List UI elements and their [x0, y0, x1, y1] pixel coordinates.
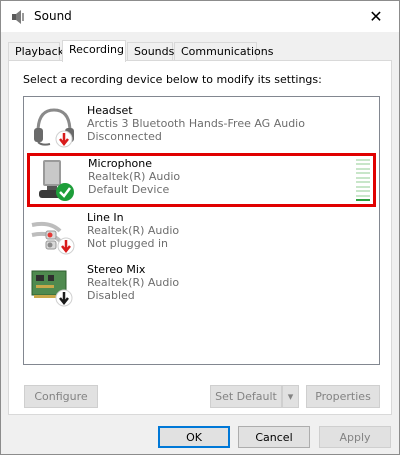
set-default-button[interactable]: Set Default: [210, 385, 282, 408]
tab-playback[interactable]: Playback: [8, 42, 64, 61]
level-segment: [356, 185, 370, 188]
set-default-dropdown-button[interactable]: ▾: [282, 385, 299, 408]
device-text: Stereo Mix Realtek(R) Audio Disabled: [87, 263, 179, 302]
device-name: Headset: [87, 104, 133, 117]
tab-communications[interactable]: Communications: [174, 42, 273, 61]
sound-card-icon: [31, 270, 73, 307]
device-status: Disconnected: [87, 130, 162, 143]
close-button[interactable]: ✕: [353, 1, 399, 32]
level-segment: [356, 194, 370, 197]
level-segment: [356, 181, 370, 184]
level-segment: [356, 172, 370, 175]
device-headset[interactable]: Headset Arctis 3 Bluetooth Hands-Free AG…: [27, 101, 376, 155]
recording-panel: Select a recording device below to modif…: [8, 60, 392, 415]
level-segment: [356, 176, 370, 179]
tab-sounds[interactable]: Sounds: [127, 42, 174, 61]
device-text: Headset Arctis 3 Bluetooth Hands-Free AG…: [87, 104, 305, 143]
cancel-button[interactable]: Cancel: [238, 426, 310, 448]
device-driver: Realtek(R) Audio: [88, 170, 181, 183]
device-name: Line In: [87, 211, 124, 224]
apply-label: Apply: [339, 430, 371, 444]
ok-label: OK: [186, 430, 202, 444]
device-text: Line In Realtek(R) Audio Not plugged in: [87, 211, 179, 250]
device-driver: Realtek(R) Audio: [87, 224, 180, 237]
ok-button[interactable]: OK: [158, 426, 230, 448]
device-line-in[interactable]: Line In Realtek(R) Audio Not plugged in: [27, 208, 376, 262]
line-in-cable-icon: [31, 221, 75, 255]
device-stereo-mix[interactable]: Stereo Mix Realtek(R) Audio Disabled: [27, 260, 376, 314]
cancel-label: Cancel: [255, 430, 293, 444]
level-segment: [356, 163, 370, 166]
configure-button[interactable]: Configure: [24, 385, 98, 408]
headset-icon: [34, 108, 74, 148]
device-status: Not plugged in: [87, 237, 169, 250]
title-bar[interactable]: Sound ✕: [1, 1, 399, 32]
window-title: Sound: [34, 9, 72, 23]
properties-label: Properties: [315, 390, 371, 403]
apply-button[interactable]: Apply: [319, 426, 391, 448]
device-driver: Realtek(R) Audio: [87, 276, 180, 289]
level-meter: [356, 159, 370, 201]
tab-recording[interactable]: Recording: [62, 40, 126, 62]
device-status: Default Device: [88, 183, 170, 196]
close-icon: ✕: [369, 7, 383, 26]
device-name: Microphone: [88, 157, 153, 170]
device-status: Disabled: [87, 289, 135, 302]
device-text: Microphone Realtek(R) Audio Default Devi…: [88, 157, 180, 196]
level-segment: [356, 198, 370, 201]
level-segment: [356, 167, 370, 170]
instruction-text: Select a recording device below to modif…: [23, 73, 322, 86]
device-list[interactable]: Headset Arctis 3 Bluetooth Hands-Free AG…: [23, 96, 380, 365]
configure-label: Configure: [34, 390, 88, 403]
microphone-icon: [39, 160, 74, 201]
level-segment: [356, 159, 370, 161]
level-segment: [356, 190, 370, 193]
properties-button[interactable]: Properties: [306, 385, 380, 408]
device-name: Stereo Mix: [87, 263, 146, 276]
device-driver: Arctis 3 Bluetooth Hands-Free AG Audio: [87, 117, 305, 130]
sound-dialog: Sound ✕ Playback Recording Sounds Commun…: [0, 0, 400, 455]
speaker-icon: [12, 10, 24, 24]
chevron-down-icon: ▾: [287, 390, 294, 403]
device-microphone[interactable]: Microphone Realtek(R) Audio Default Devi…: [27, 153, 376, 207]
set-default-label: Set Default: [215, 390, 277, 403]
